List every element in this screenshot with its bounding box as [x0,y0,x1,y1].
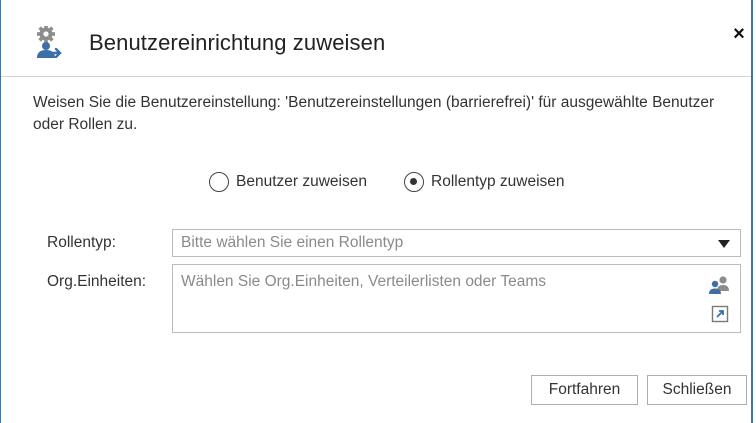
expand-icon[interactable] [711,305,729,323]
assign-user-settings-dialog: Benutzereinrichtung zuweisen × Weisen Si… [0,0,753,423]
radio-label-users: Benutzer zuweisen [236,173,367,190]
role-type-placeholder: Bitte wählen Sie einen Rollentyp [181,234,404,251]
dialog-description: Weisen Sie die Benutzereinstellung: 'Ben… [33,94,715,133]
close-button[interactable]: Schließen [647,375,747,405]
org-units-input[interactable]: Wählen Sie Org.Einheiten, Verteilerliste… [172,264,741,333]
radio-checked-icon[interactable] [404,172,424,192]
people-picker-icon[interactable] [709,275,731,295]
dialog-header: Benutzereinrichtung zuweisen × [1,0,751,77]
continue-button[interactable]: Fortfahren [531,375,638,405]
role-type-label: Rollentyp: [47,234,116,251]
org-units-placeholder: Wählen Sie Org.Einheiten, Verteilerliste… [181,273,547,290]
org-units-label: Org.Einheiten: [47,273,147,290]
radio-unchecked-icon[interactable] [209,172,229,192]
close-icon[interactable]: × [727,22,751,46]
radio-label-role-type: Rollentyp zuweisen [431,173,565,190]
dropdown-arrow-icon[interactable] [718,240,730,248]
dialog-title: Benutzereinrichtung zuweisen [89,30,386,55]
user-settings-gear-icon [37,26,62,58]
role-type-select[interactable]: Bitte wählen Sie einen Rollentyp [172,229,741,257]
